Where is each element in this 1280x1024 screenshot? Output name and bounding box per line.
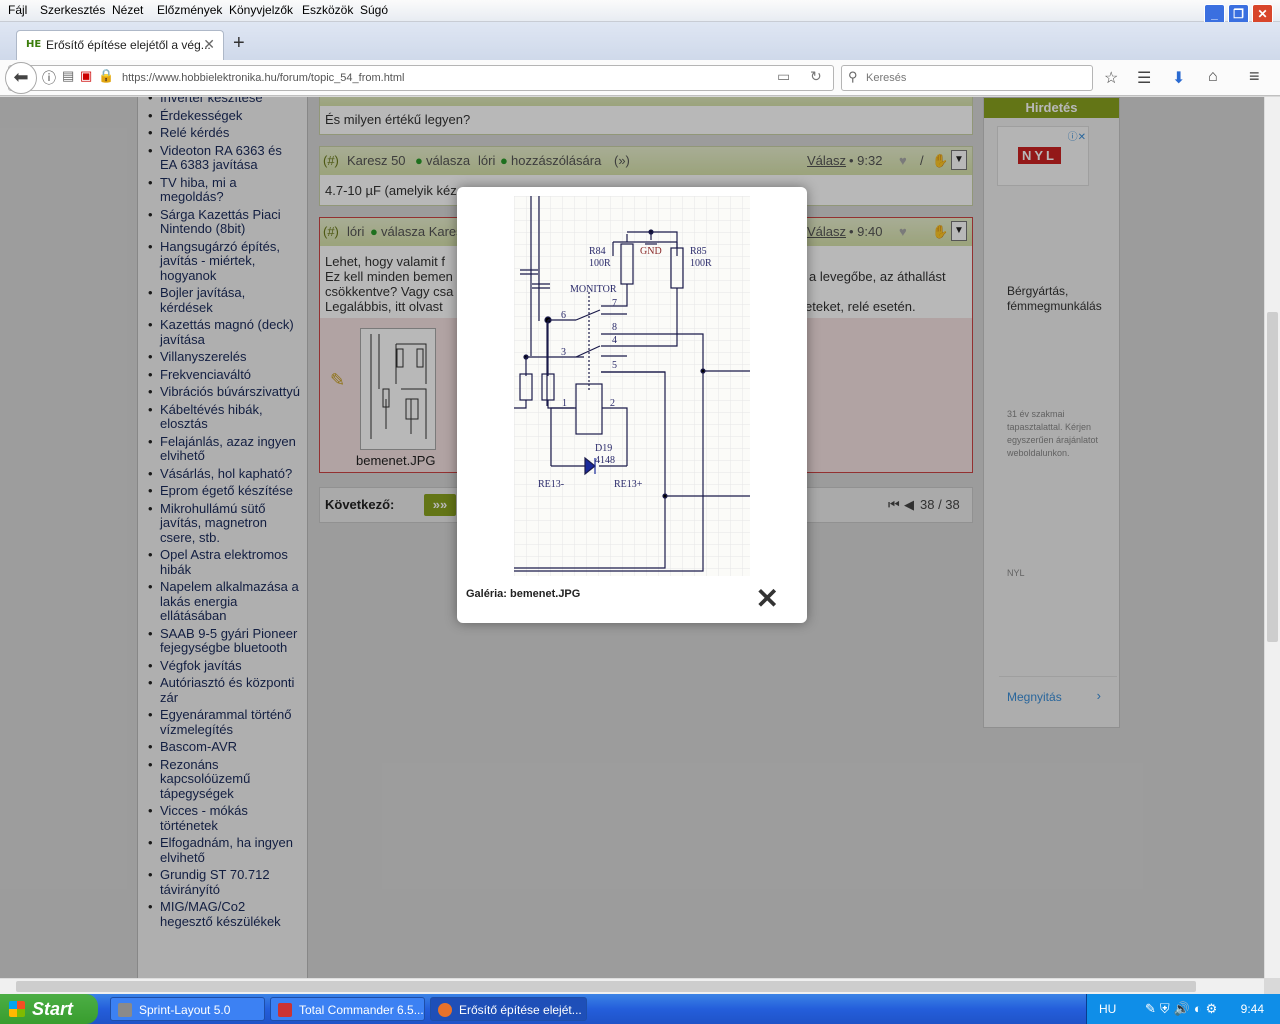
label-d19-value: 4148 xyxy=(595,455,615,466)
label-monitor: MONITOR xyxy=(570,284,617,295)
tab-close-icon[interactable]: ✕ xyxy=(203,36,215,53)
info-icon[interactable]: ⓘ xyxy=(42,68,56,88)
label-re13-minus: RE13- xyxy=(538,479,564,490)
menu-history[interactable]: Előzmények xyxy=(157,3,222,17)
gallery-lightbox: R84 100R R85 100R GND MONITOR 7 6 8 4 3 … xyxy=(457,187,807,623)
label-pin-8: 8 xyxy=(612,322,617,333)
hamburger-menu-icon[interactable]: ≡ xyxy=(1249,66,1260,87)
search-icon: ⚲ xyxy=(848,69,858,84)
clock: 9:44 xyxy=(1240,1002,1264,1016)
search-placeholder: Keresés xyxy=(866,72,907,84)
sprint-layout-icon xyxy=(118,1003,132,1017)
menu-bookmarks[interactable]: Könyvjelzők xyxy=(229,3,293,17)
taskbar-item-total-commander[interactable]: Total Commander 6.5... xyxy=(270,997,425,1021)
firefox-icon xyxy=(438,1003,452,1017)
lock-icon: 🔒 xyxy=(98,68,115,83)
gallery-caption: Galéria: bemenet.JPG xyxy=(466,588,581,600)
vertical-scrollbar[interactable] xyxy=(1264,97,1280,978)
bookmark-star-icon[interactable]: ☆ xyxy=(1104,68,1118,88)
total-commander-icon xyxy=(278,1003,292,1017)
label-pin-6: 6 xyxy=(561,310,566,321)
close-icon[interactable]: ✕ xyxy=(756,582,779,615)
blocked-icon[interactable]: ▣ xyxy=(80,68,92,84)
label-gnd: GND xyxy=(640,246,662,257)
schematic-image: R84 100R R85 100R GND MONITOR 7 6 8 4 3 … xyxy=(496,196,750,576)
label-pin-5: 5 xyxy=(612,360,617,371)
search-box[interactable]: ⚲ Keresés xyxy=(841,65,1093,91)
label-r84-value: 100R xyxy=(589,258,611,269)
home-icon[interactable]: ⌂ xyxy=(1208,68,1218,86)
tab-title: Erősítő építése elejétől a vég... xyxy=(46,38,211,52)
horizontal-scroll-thumb[interactable] xyxy=(16,981,1196,992)
label-pin-2: 2 xyxy=(610,398,615,409)
tray-icons[interactable]: ✎⛨🔊◐⚙ xyxy=(1145,1001,1221,1017)
windows-logo-icon xyxy=(9,1001,25,1017)
system-tray: HU ✎⛨🔊◐⚙ 9:44 xyxy=(1086,994,1280,1024)
taskbar-item-label: Erősítő építése elejét... xyxy=(459,1003,582,1017)
label-d19: D19 xyxy=(595,443,612,454)
menu-file[interactable]: Fájl xyxy=(8,3,27,17)
horizontal-scrollbar[interactable] xyxy=(0,978,1264,994)
library-icon[interactable]: ☰ xyxy=(1137,68,1151,88)
url-text[interactable]: https://www.hobbielektronika.hu/forum/to… xyxy=(122,72,404,84)
permissions-icon[interactable]: ▤ xyxy=(62,68,74,84)
label-pin-7: 7 xyxy=(612,298,617,309)
new-tab-button[interactable]: + xyxy=(233,32,245,55)
taskbar-item-sprint-layout[interactable]: Sprint-Layout 5.0 xyxy=(110,997,265,1021)
label-re13-plus: RE13+ xyxy=(614,479,643,490)
reload-icon[interactable]: ↻ xyxy=(810,68,822,85)
label-pin-4: 4 xyxy=(612,335,617,346)
label-r85-value: 100R xyxy=(690,258,712,269)
menu-help[interactable]: Súgó xyxy=(360,3,388,17)
menu-bar: Fájl Szerkesztés Nézet Előzmények Könyvj… xyxy=(0,0,1280,22)
favicon-icon: HE xyxy=(26,39,42,50)
menu-view[interactable]: Nézet xyxy=(112,3,143,17)
start-label: Start xyxy=(32,999,74,1019)
language-indicator[interactable]: HU xyxy=(1099,1002,1116,1016)
label-r84: R84 xyxy=(589,246,606,257)
back-button[interactable]: ⬅ xyxy=(5,62,37,94)
label-pin-1: 1 xyxy=(562,398,567,409)
menu-tools[interactable]: Eszközök xyxy=(302,3,353,17)
download-icon[interactable]: ⬇ xyxy=(1172,68,1185,88)
taskbar-item-firefox[interactable]: Erősítő építése elejét... xyxy=(430,997,587,1021)
reader-view-icon[interactable]: ▭ xyxy=(777,68,790,85)
menu-edit[interactable]: Szerkesztés xyxy=(40,3,105,17)
label-r85: R85 xyxy=(690,246,707,257)
browser-tab[interactable]: HE Erősítő építése elejétől a vég... ✕ xyxy=(16,30,224,60)
taskbar-item-label: Total Commander 6.5... xyxy=(299,1003,424,1017)
label-pin-3: 3 xyxy=(561,347,566,358)
vertical-scroll-thumb[interactable] xyxy=(1267,312,1278,642)
start-button[interactable]: Start xyxy=(0,994,98,1024)
taskbar-item-label: Sprint-Layout 5.0 xyxy=(139,1003,231,1017)
